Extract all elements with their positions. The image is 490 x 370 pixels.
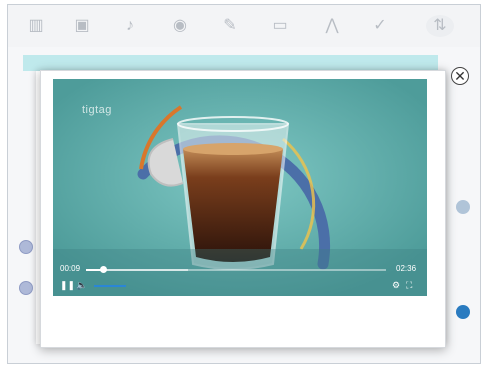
toolbar: ▥ ▣ ♪ ◉ ✎ ▭ ⋀ ✓ ⇅ (8, 5, 480, 47)
pen-icon[interactable]: ✎ (216, 15, 244, 37)
fullscreen-icon[interactable]: ⛶ (406, 280, 412, 291)
grid-icon[interactable]: ▥ (22, 15, 50, 37)
image-icon[interactable]: ▣ (68, 15, 96, 37)
left-handle-top[interactable] (19, 240, 33, 254)
sort-icon[interactable]: ⇅ (426, 15, 454, 37)
mountain-icon[interactable]: ⋀ (318, 15, 346, 37)
volume-icon[interactable]: 🔈 (76, 280, 87, 291)
seek-bar[interactable] (86, 266, 386, 273)
right-image-icon[interactable] (456, 200, 470, 214)
volume-slider[interactable] (94, 285, 126, 287)
text-box-icon[interactable]: ▭ (266, 15, 294, 37)
duration: 02:36 (396, 264, 417, 273)
right-play-icon[interactable] (456, 305, 470, 319)
left-handle-bottom[interactable] (19, 281, 33, 295)
settings-icon[interactable]: ⚙ (392, 280, 400, 291)
tigtag-logo: tigtag (82, 104, 112, 116)
check-icon[interactable]: ✓ (366, 15, 394, 37)
current-time: 00:09 (60, 264, 81, 273)
teal-header-strip (23, 55, 438, 71)
pause-icon[interactable]: ❚❚ (60, 280, 75, 291)
video-icon[interactable]: ◉ (166, 15, 194, 37)
close-icon[interactable]: ✕ (451, 67, 469, 85)
audio-icon[interactable]: ♪ (116, 15, 144, 37)
